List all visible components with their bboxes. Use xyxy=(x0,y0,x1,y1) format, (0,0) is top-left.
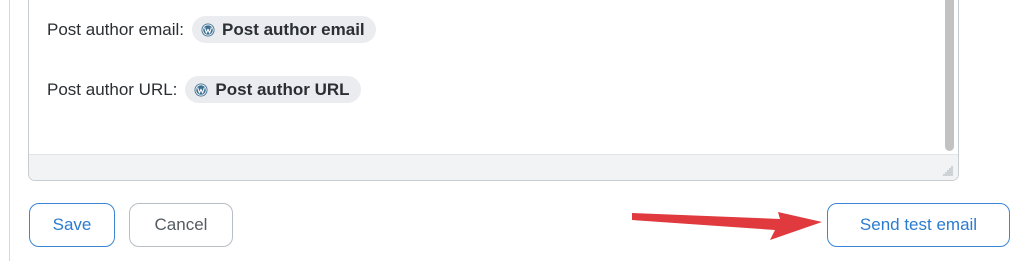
editor-footer xyxy=(29,154,958,180)
email-template-panel: Post author email: Post author email Pos… xyxy=(0,0,1024,261)
panel-divider xyxy=(9,0,10,261)
field-label: Post author URL: xyxy=(47,79,178,99)
merge-tag-chip[interactable]: Post author email xyxy=(192,16,376,43)
send-test-email-button[interactable]: Send test email xyxy=(827,203,1010,247)
cancel-button[interactable]: Cancel xyxy=(129,203,233,247)
wordpress-icon xyxy=(201,23,215,36)
field-row-post-author-email: Post author email: Post author email xyxy=(47,16,376,43)
merge-tag-label: Post author URL xyxy=(215,79,350,99)
editor-scrollbar[interactable] xyxy=(941,0,958,155)
field-label: Post author email: xyxy=(47,19,185,39)
wordpress-icon xyxy=(194,83,208,96)
merge-tag-chip[interactable]: Post author URL xyxy=(185,76,361,103)
red-arrow-icon xyxy=(632,212,822,240)
field-row-post-author-url: Post author URL: Post author URL xyxy=(47,76,361,103)
merge-tag-label: Post author email xyxy=(222,19,365,39)
editor-scrollbar-thumb[interactable] xyxy=(945,0,954,151)
resize-grip-icon[interactable] xyxy=(943,166,953,176)
save-button[interactable]: Save xyxy=(29,203,115,247)
